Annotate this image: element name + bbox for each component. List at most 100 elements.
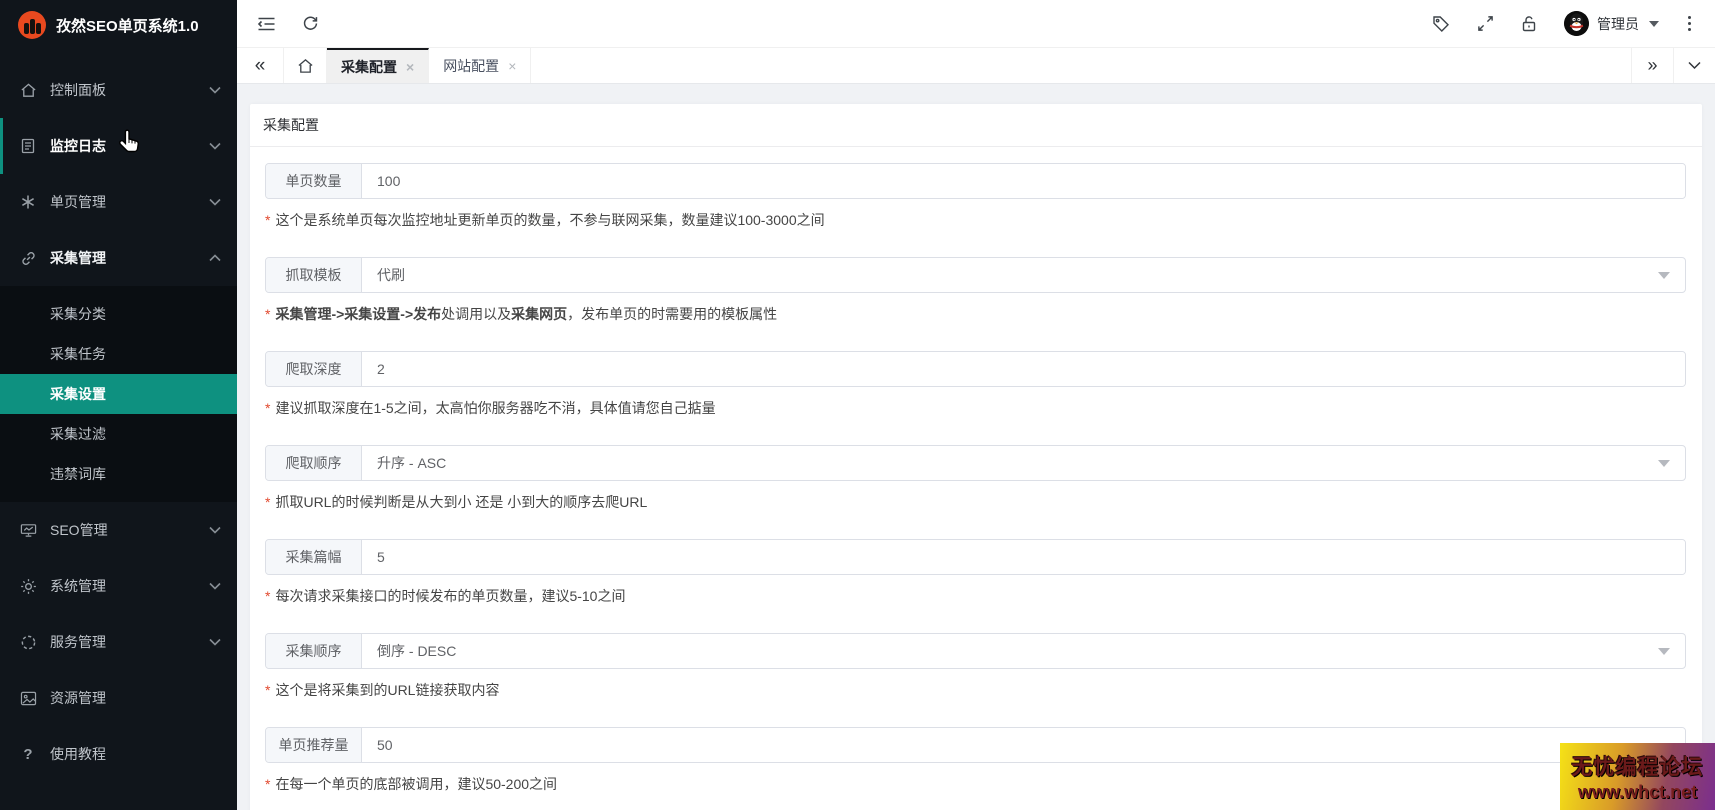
sidebar-item-label: 使用教程 <box>50 746 106 762</box>
sidebar-item-control-panel[interactable]: 控制面板 <box>0 62 237 118</box>
logo-icon <box>18 11 46 39</box>
sidebar-item-seo-manage[interactable]: SEO管理 <box>0 502 237 558</box>
chevron-down-icon <box>1658 459 1670 467</box>
form-group-page-count: 单页数量 *这个是系统单页每次监控地址更新单页的数量，不参与联网采集，数量建议1… <box>265 163 1687 230</box>
field-hint: * 这个是将采集到的URL链接获取内容 <box>265 682 500 698</box>
field-label: 爬取深度 <box>266 352 362 386</box>
close-icon[interactable]: × <box>406 59 414 75</box>
fullscreen-icon[interactable] <box>1477 15 1494 32</box>
field-label: 采集篇幅 <box>266 540 362 574</box>
sidebar-item-system-manage[interactable]: 系统管理 <box>0 558 237 614</box>
tab-label: 网站配置 <box>443 57 500 74</box>
sidebar-item-collect-manage[interactable]: 采集管理 <box>0 230 237 286</box>
form-group-crawl-order: 爬取顺序 升序 - ASC * 抓取URL的时候判断是从大到小 还是 小到大的顺序… <box>265 445 1687 512</box>
main-content: 采集配置 单页数量 *这个是系统单页每次监控地址更新单页的数量，不参与联网采集，… <box>237 84 1715 810</box>
sidebar-submenu-collect: 采集分类 采集任务 采集设置 采集过滤 违禁词库 <box>0 286 237 502</box>
chevron-down-icon <box>209 582 221 590</box>
required-marker: * <box>265 306 271 322</box>
tab-bar: « 采集配置 × 网站配置 × » <box>237 48 1715 84</box>
required-marker: * <box>265 400 271 416</box>
tag-icon[interactable] <box>1432 15 1450 33</box>
collect-size-input[interactable] <box>362 540 1685 574</box>
page-title: 采集配置 <box>250 104 1702 147</box>
avatar[interactable] <box>1564 11 1589 36</box>
question-icon: ? <box>23 745 33 763</box>
chevron-down-icon <box>1649 20 1659 27</box>
chevron-up-icon <box>209 254 221 262</box>
refresh-icon[interactable] <box>302 15 319 32</box>
chevron-down-icon <box>209 638 221 646</box>
sidebar-item-label: 单页管理 <box>50 194 106 210</box>
field-label: 爬取顺序 <box>266 446 362 480</box>
chevron-down-icon <box>1658 271 1670 279</box>
required-marker: * <box>265 776 271 792</box>
sidebar-item-page-manage[interactable]: 单页管理 <box>0 174 237 230</box>
sidebar-item-tutorial[interactable]: ? 使用教程 <box>0 726 237 782</box>
required-marker: * <box>265 212 271 228</box>
lock-icon[interactable] <box>1521 15 1537 33</box>
user-name[interactable]: 管理员 <box>1597 14 1639 34</box>
sidebar-item-label: 控制面板 <box>50 82 106 98</box>
log-icon <box>19 137 37 155</box>
field-hint: * 建议抓取深度在1-5之间，太高怕你服务器吃不消，具体值请您自己掂量 <box>265 400 716 416</box>
field-hint: * 每次请求采集接口的时候发布的单页数量，建议5-10之间 <box>265 588 626 604</box>
field-hint: * 在每一个单页的底部被调用，建议50-200之间 <box>265 776 558 792</box>
home-icon <box>19 81 37 99</box>
tabs-menu-icon[interactable] <box>1673 48 1715 83</box>
sidebar-item-service-manage[interactable]: 服务管理 <box>0 614 237 670</box>
tab-home[interactable] <box>283 48 327 83</box>
tab-collect-config[interactable]: 采集配置 × <box>327 48 430 83</box>
sidebar-item-collect-filter[interactable]: 采集过滤 <box>0 414 237 454</box>
collapse-sidebar-icon[interactable] <box>257 16 276 32</box>
field-hint: * 抓取URL的时候判断是从大到小 还是 小到大的顺序去爬URL <box>265 494 648 510</box>
service-icon <box>19 633 37 651</box>
tabs-scroll-left-icon[interactable]: « <box>237 48 283 83</box>
field-label: 采集顺序 <box>266 634 362 668</box>
form-group-collect-size: 采集篇幅 *每次请求采集接口的时候发布的单页数量，建议5-10之间 <box>265 539 1687 606</box>
board-icon <box>19 521 37 539</box>
sidebar-item-resource-manage[interactable]: 资源管理 <box>0 670 237 726</box>
gear-icon <box>19 577 37 595</box>
field-label: 单页推荐量 <box>266 728 362 762</box>
form-group-collect-order: 采集顺序 倒序 - DESC * 这个是将采集到的URL链接获取内容 <box>265 633 1687 700</box>
more-options-icon[interactable] <box>1686 14 1693 33</box>
chevron-down-icon <box>209 526 221 534</box>
sidebar-item-label: 采集管理 <box>50 250 106 266</box>
form-group-page-recommend: 单页推荐量 *在每一个单页的底部被调用，建议50-200之间 <box>265 727 1687 794</box>
user-menu[interactable]: 管理员 <box>1564 11 1659 36</box>
sidebar-item-collect-task[interactable]: 采集任务 <box>0 334 237 374</box>
form-group-crawl-depth: 爬取深度 *建议抓取深度在1-5之间，太高怕你服务器吃不消，具体值请您自己掂量 <box>265 351 1687 418</box>
crawl-depth-input[interactable] <box>362 352 1685 386</box>
link-icon <box>19 249 37 267</box>
field-hint: * 这个是系统单页每次监控地址更新单页的数量，不参与联网采集，数量建议100-30… <box>265 212 825 228</box>
required-marker: * <box>265 682 271 698</box>
watermark-url: www.whct.net <box>1577 781 1698 802</box>
page-count-input[interactable] <box>362 164 1685 198</box>
watermark-title: 无忧编程论坛 <box>1571 755 1704 779</box>
chevron-down-icon <box>209 142 221 150</box>
tab-label: 采集配置 <box>341 58 397 75</box>
tabs-scroll-right-icon[interactable]: » <box>1631 48 1673 83</box>
field-hint: * 采集管理->采集设置->发布处调用以及采集网页，发布单页的时需要用的模板属性 <box>265 306 778 322</box>
sidebar-menu: 控制面板 监控日志 单页管理 采集管理 采集分类 采集任务 采集设置 采集过滤 … <box>0 62 237 782</box>
crawl-template-select[interactable]: 代刷 <box>362 258 1685 292</box>
tab-site-config[interactable]: 网站配置 × <box>429 48 532 83</box>
sidebar-item-label: 服务管理 <box>50 634 106 650</box>
chevron-down-icon <box>209 86 221 94</box>
chevron-down-icon <box>1658 647 1670 655</box>
sidebar-item-collect-category[interactable]: 采集分类 <box>0 294 237 334</box>
sidebar-item-banned-words[interactable]: 违禁词库 <box>0 454 237 494</box>
sidebar-item-label: 监控日志 <box>50 138 106 154</box>
close-icon[interactable]: × <box>508 58 516 74</box>
top-header: 管理员 <box>237 0 1715 48</box>
settings-card: 采集配置 单页数量 *这个是系统单页每次监控地址更新单页的数量，不参与联网采集，… <box>250 104 1702 810</box>
crawl-order-select[interactable]: 升序 - ASC <box>362 446 1685 480</box>
app-title: 孜然SEO单页系统1.0 <box>56 17 199 35</box>
sidebar-item-monitor-log[interactable]: 监控日志 <box>0 118 237 174</box>
sidebar: 孜然SEO单页系统1.0 控制面板 监控日志 单页管理 采集管理 采集分类 采集… <box>0 0 237 810</box>
sidebar-item-collect-settings[interactable]: 采集设置 <box>0 374 237 414</box>
chevron-down-icon <box>209 198 221 206</box>
required-marker: * <box>265 494 271 510</box>
collect-order-select[interactable]: 倒序 - DESC <box>362 634 1685 668</box>
page-recommend-input[interactable] <box>362 728 1685 762</box>
